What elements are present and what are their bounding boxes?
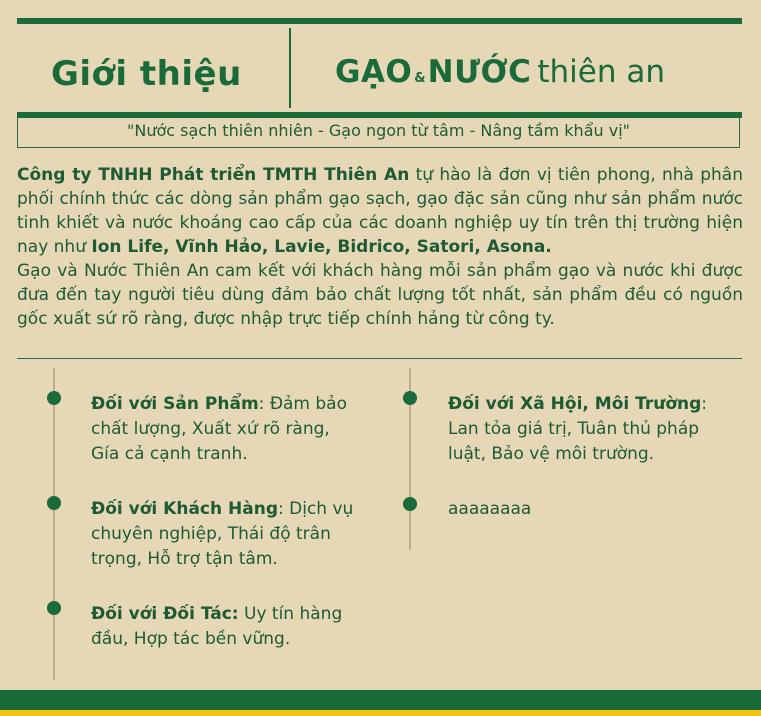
commitment-heading: Đối với Khách Hàng (91, 499, 278, 519)
commitment-society: Đối với Xã Hội, Môi Trường: Lan tỏa giá … (448, 392, 738, 467)
header-divider (289, 28, 291, 108)
logo-text-nuoc: NƯỚC (427, 54, 532, 90)
logo-text-gao: GẠO (335, 54, 413, 90)
slogan-box: "Nước sạch thiên nhiên - Gạo ngon từ tâm… (17, 118, 740, 148)
header: Giới thiệu GẠO &NƯỚC thiên an (17, 28, 742, 108)
commitment-placeholder: aaaaaaaa (448, 497, 738, 522)
commitment-text: aaaaaaaa (448, 499, 532, 519)
bullet-dot (403, 391, 417, 405)
bullet-dot (403, 497, 417, 511)
footer-band (0, 690, 761, 710)
commitment-partner: Đối với Đối Tác: Uy tín hàng đầu, Hợp tá… (91, 602, 356, 652)
bullet-dot (47, 496, 61, 510)
commitment-heading: Đối với Sản Phẩm (91, 394, 259, 414)
top-rule (17, 18, 742, 24)
commitment-customer: Đối với Khách Hàng: Dịch vụ chuyên nghiệ… (91, 497, 356, 572)
page-title: Giới thiệu (51, 54, 242, 94)
company-name: Công ty TNHH Phát triển TMTH Thiên An (17, 165, 410, 185)
timeline-line-left (53, 368, 55, 680)
intro-section: Công ty TNHH Phát triển TMTH Thiên An tự… (17, 163, 743, 331)
brand-logo: GẠO &NƯỚC thiên an (335, 54, 665, 94)
commitment-separator: : (701, 394, 708, 414)
bullet-dot (47, 601, 61, 615)
commitment-text: Lan tỏa giá trị, Tuân thủ pháp luật, Bảo… (448, 419, 700, 464)
logo-ampersand: & (414, 71, 426, 86)
commitment-heading: Đối với Xã Hội, Môi Trường (448, 394, 702, 414)
footer-stripe (0, 710, 761, 716)
bullet-dot (47, 391, 61, 405)
intro-paragraph-1: Công ty TNHH Phát triển TMTH Thiên An tự… (17, 163, 743, 259)
logo-text-thien-an: thiên an (537, 54, 665, 90)
commitment-product: Đối với Sản Phẩm: Đảm bảo chất lượng, Xu… (91, 392, 356, 467)
intro-paragraph-2: Gạo và Nước Thiên An cam kết với khách h… (17, 261, 743, 329)
commitment-heading: Đối với Đối Tác: (91, 604, 239, 624)
brand-list: Ion Life, Vĩnh Hảo, Lavie, Bidrico, Sato… (91, 237, 552, 257)
commitment-separator: : (258, 394, 270, 414)
commitment-separator: : (278, 499, 290, 519)
section-divider (17, 358, 742, 359)
slogan: "Nước sạch thiên nhiên - Gạo ngon từ tâm… (126, 121, 630, 140)
